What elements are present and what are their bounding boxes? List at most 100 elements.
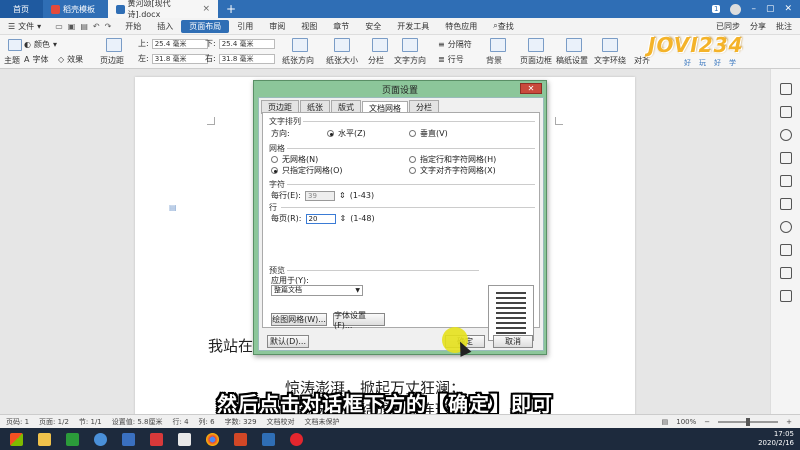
- bottom-margin-input[interactable]: 25.4 毫米: [218, 38, 275, 49]
- share-icon[interactable]: [779, 267, 792, 279]
- apply-to-select[interactable]: 整篇文档 ▼: [271, 285, 363, 296]
- menu-page-layout[interactable]: 页面布局: [181, 19, 230, 33]
- line-number-button[interactable]: ≣ 行号: [438, 54, 464, 65]
- layout-icon[interactable]: [779, 175, 792, 187]
- view-icon[interactable]: ▤: [662, 418, 669, 426]
- style-icon[interactable]: [779, 129, 792, 141]
- taskbar-record[interactable]: [284, 430, 308, 448]
- share-button[interactable]: 分享: [750, 21, 766, 32]
- margins-label[interactable]: 页边距: [100, 55, 124, 66]
- font-settings-button[interactable]: 字体设置(F)...: [333, 311, 385, 330]
- orientation-label[interactable]: 纸张方向: [282, 55, 314, 66]
- default-button[interactable]: 默认(D)...: [267, 335, 309, 348]
- tab-document[interactable]: 黄河颂[现代诗].docx ×: [108, 0, 218, 19]
- tab-docer-templates[interactable]: 稻壳模板: [42, 0, 108, 18]
- menu-chapter[interactable]: 章节: [325, 20, 357, 33]
- menu-review[interactable]: 审阅: [261, 20, 293, 33]
- size-button[interactable]: [334, 38, 350, 52]
- close-window-button[interactable]: ✕: [784, 4, 792, 14]
- right-margin-input[interactable]: 31.8 毫米: [218, 53, 275, 64]
- help-icon[interactable]: [779, 244, 792, 256]
- taskbar-player[interactable]: [172, 430, 196, 448]
- zoom-out-icon[interactable]: −: [704, 418, 710, 426]
- theme-button[interactable]: [8, 39, 22, 51]
- color-button[interactable]: ◐ 颜色 ▾: [24, 39, 57, 50]
- print-icon[interactable]: ▤: [80, 22, 88, 31]
- radio-vertical[interactable]: 垂直(V): [409, 128, 448, 139]
- sync-status[interactable]: 已同步: [716, 21, 740, 32]
- radio-horizontal[interactable]: 水平(Z): [327, 128, 366, 139]
- menu-references[interactable]: 引用: [229, 20, 261, 33]
- draw-grid-button[interactable]: 绘图网格(W)...: [271, 313, 327, 326]
- size-label[interactable]: 纸张大小: [326, 55, 358, 66]
- taskbar-ppt[interactable]: [228, 430, 252, 448]
- text-direction-button[interactable]: [402, 38, 418, 52]
- dialog-close-button[interactable]: ✕: [520, 83, 542, 94]
- shape-icon[interactable]: [779, 152, 792, 164]
- start-button[interactable]: [4, 430, 28, 448]
- effect-button[interactable]: ◇ 效果: [58, 54, 83, 65]
- new-tab-button[interactable]: +: [218, 0, 244, 18]
- cancel-button[interactable]: 取消: [493, 335, 533, 348]
- top-margin-input[interactable]: 25.4 毫米: [151, 38, 208, 49]
- text-direction-label[interactable]: 文字方向: [394, 55, 426, 66]
- wrap-label[interactable]: 文字环绕: [594, 55, 626, 66]
- margins-button[interactable]: [106, 38, 122, 52]
- system-tray[interactable]: 17:05 2020/2/16: [758, 430, 800, 448]
- redo-icon[interactable]: ↷: [105, 22, 112, 31]
- crop-icon[interactable]: [779, 198, 792, 210]
- taskbar-cloud[interactable]: [88, 430, 112, 448]
- background-label[interactable]: 背景: [486, 55, 502, 66]
- more-icon[interactable]: [779, 290, 792, 302]
- menu-special[interactable]: 特色应用: [437, 20, 485, 33]
- status-words[interactable]: 字数: 329: [225, 417, 257, 427]
- breaks-button[interactable]: ≡ 分隔符: [438, 39, 472, 50]
- avatar[interactable]: [730, 3, 742, 15]
- open-icon[interactable]: ▭: [55, 22, 63, 31]
- settings-icon[interactable]: [779, 221, 792, 233]
- draft-paper-button[interactable]: [566, 38, 582, 52]
- file-menu[interactable]: ☰ 文件 ▾: [0, 20, 49, 33]
- spell-check-button[interactable]: 文档校对: [267, 417, 295, 427]
- notification-badge[interactable]: 1: [711, 5, 721, 13]
- theme-label[interactable]: 主题: [4, 55, 20, 66]
- taskbar-app[interactable]: [116, 430, 140, 448]
- tab-home[interactable]: 首页: [0, 0, 42, 18]
- status-page[interactable]: 页码: 1: [6, 417, 29, 427]
- spinner-icon[interactable]: ⇕: [339, 191, 346, 200]
- maximize-button[interactable]: ▢: [766, 4, 775, 14]
- doc-protect-status[interactable]: 文档未保护: [305, 417, 340, 427]
- page-border-label[interactable]: 页面边框: [520, 55, 552, 66]
- taskbar-wps[interactable]: [144, 430, 168, 448]
- taskbar-pdf[interactable]: [256, 430, 280, 448]
- undo-icon[interactable]: ↶: [93, 22, 100, 31]
- menu-insert[interactable]: 插入: [149, 20, 181, 33]
- menu-security[interactable]: 安全: [357, 20, 389, 33]
- select-icon[interactable]: [779, 83, 792, 95]
- menu-search[interactable]: ⌕ 查找: [485, 20, 521, 33]
- menu-developer[interactable]: 开发工具: [389, 20, 437, 33]
- comment-button[interactable]: 批注: [776, 21, 792, 32]
- menu-view[interactable]: 视图: [293, 20, 325, 33]
- minimize-button[interactable]: –: [751, 4, 756, 14]
- dialog-titlebar[interactable]: 页面设置 ✕: [254, 81, 546, 97]
- draft-paper-label[interactable]: 稿纸设置: [556, 55, 588, 66]
- taskbar-explorer[interactable]: [32, 430, 56, 448]
- columns-label[interactable]: 分栏: [368, 55, 384, 66]
- zoom-level[interactable]: 100%: [676, 418, 696, 426]
- taskbar-chrome[interactable]: [200, 430, 224, 448]
- lines-per-page-input[interactable]: 20: [305, 213, 336, 224]
- close-tab-icon[interactable]: ×: [202, 4, 210, 14]
- menu-start[interactable]: 开始: [117, 20, 149, 33]
- taskbar-store[interactable]: [60, 430, 84, 448]
- zoom-in-icon[interactable]: +: [786, 418, 792, 426]
- radio-lines-and-chars[interactable]: 指定行和字符网格(H): [409, 154, 496, 165]
- radio-no-grid[interactable]: 无网格(N): [271, 154, 318, 165]
- page-border-button[interactable]: [528, 38, 544, 52]
- wrap-button[interactable]: [602, 38, 618, 52]
- spinner-icon[interactable]: ⇕: [340, 214, 347, 223]
- background-button[interactable]: [490, 38, 506, 52]
- orientation-button[interactable]: [292, 38, 308, 52]
- zoom-slider[interactable]: [718, 417, 779, 426]
- pen-icon[interactable]: [779, 106, 792, 118]
